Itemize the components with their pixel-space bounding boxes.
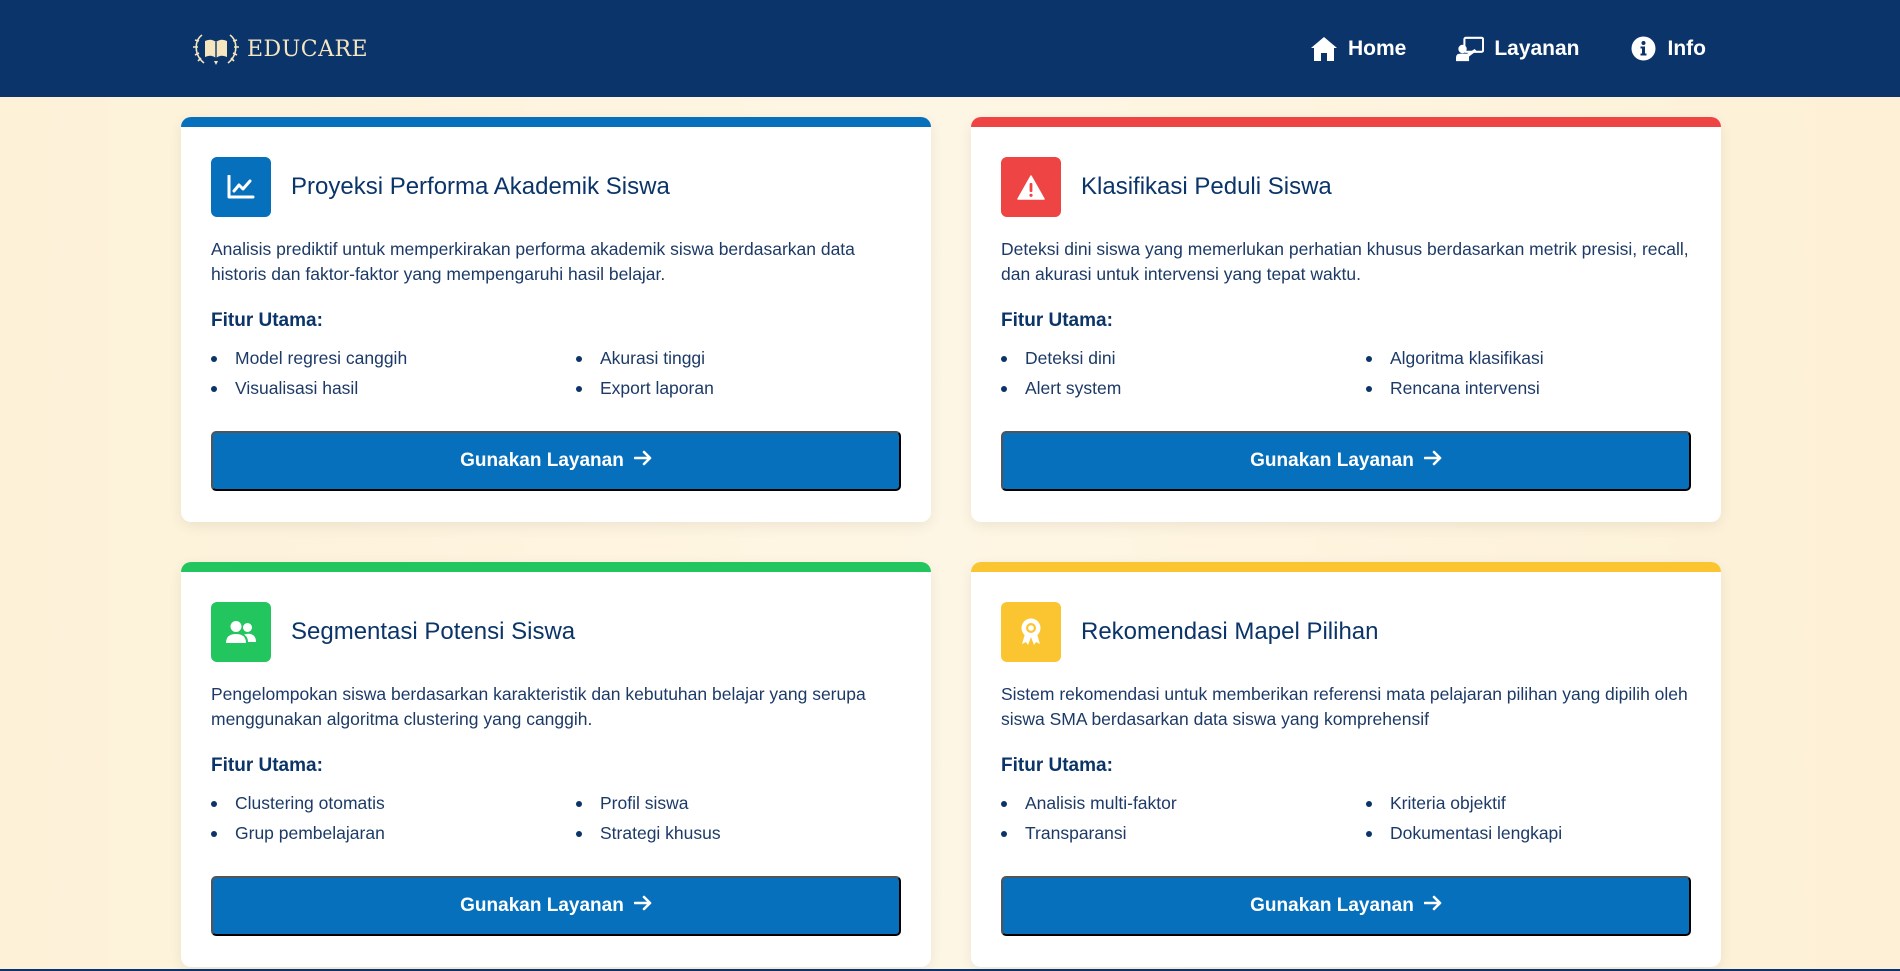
service-card-rekomendasi: Rekomendasi Mapel Pilihan Sistem rekomen… [971,562,1721,967]
brand-logo-link[interactable]: EDUCARE [189,30,368,68]
service-card-proyeksi: Proyeksi Performa Akademik Siswa Analisi… [181,117,931,522]
use-service-button[interactable]: Gunakan Layanan [1001,876,1691,936]
card-header: Proyeksi Performa Akademik Siswa [211,157,670,217]
info-circle-icon [1630,35,1658,63]
book-laurel-icon [189,30,243,68]
feature-item: Deteksi dini [1001,347,1366,369]
nav-layanan-label: Layanan [1494,36,1580,60]
card-accent-bar [181,562,931,572]
service-card-segmentasi: Segmentasi Potensi Siswa Pengelompokan s… [181,562,931,967]
features-title: Fitur Utama: [1001,755,1113,776]
arrow-right-icon [633,450,652,472]
use-service-button[interactable]: Gunakan Layanan [211,431,901,491]
nav-layanan[interactable]: Layanan [1456,35,1580,63]
card-title: Klasifikasi Peduli Siswa [1081,173,1332,200]
feature-item: Rencana intervensi [1366,377,1691,399]
card-description: Sistem rekomendasi untuk memberikan refe… [1001,684,1688,729]
use-service-button[interactable]: Gunakan Layanan [211,876,901,936]
feature-item: Algoritma klasifikasi [1366,347,1691,369]
card-header: Segmentasi Potensi Siswa [211,602,575,662]
feature-item: Model regresi canggih [211,347,576,369]
features-list: Clustering otomatis Profil siswa Grup pe… [211,792,901,844]
feature-item: Kriteria objektif [1366,792,1691,814]
feature-item: Export laporan [576,377,901,399]
use-service-button-label: Gunakan Layanan [460,450,624,471]
feature-item: Transparansi [1001,822,1366,844]
arrow-right-icon [633,895,652,917]
feature-item: Clustering otomatis [211,792,576,814]
nav-home[interactable]: Home [1310,35,1406,63]
features-list: Deteksi dini Algoritma klasifikasi Alert… [1001,347,1691,399]
card-accent-bar [971,117,1721,127]
nav-info-label: Info [1667,36,1706,60]
main-nav: Home Layanan Info [1310,0,1706,97]
use-service-button[interactable]: Gunakan Layanan [1001,431,1691,491]
navbar: EDUCARE Home Layanan Info [0,0,1900,97]
card-description: Analisis prediktif untuk memperkirakan p… [211,239,855,284]
feature-item: Profil siswa [576,792,901,814]
chart-line-icon [211,157,271,217]
nav-info[interactable]: Info [1630,35,1706,63]
features-title: Fitur Utama: [1001,310,1113,331]
features-list: Model regresi canggih Akurasi tinggi Vis… [211,347,901,399]
card-title: Segmentasi Potensi Siswa [291,618,576,645]
card-description: Pengelompokan siswa berdasarkan karakter… [211,684,866,729]
arrow-right-icon [1423,895,1442,917]
service-card-klasifikasi: Klasifikasi Peduli Siswa Deteksi dini si… [971,117,1721,522]
features-title: Fitur Utama: [211,310,323,331]
card-header: Rekomendasi Mapel Pilihan [1001,602,1379,662]
card-description: Deteksi dini siswa yang memerlukan perha… [1001,239,1689,284]
use-service-button-label: Gunakan Layanan [1250,895,1414,916]
features-list: Analisis multi-faktor Kriteria objektif … [1001,792,1691,844]
card-title: Proyeksi Performa Akademik Siswa [291,173,670,200]
feature-item: Visualisasi hasil [211,377,576,399]
feature-item: Alert system [1001,377,1366,399]
feature-item: Dokumentasi lengkapi [1366,822,1691,844]
users-icon [211,602,271,662]
card-title: Rekomendasi Mapel Pilihan [1081,618,1379,645]
home-icon [1310,35,1338,63]
brand-name: EDUCARE [247,36,369,62]
arrow-right-icon [1423,450,1442,472]
warning-triangle-icon [1001,157,1061,217]
feature-item: Grup pembelajaran [211,822,576,844]
features-title: Fitur Utama: [211,755,323,776]
feature-item: Strategi khusus [576,822,901,844]
feature-item: Analisis multi-faktor [1001,792,1366,814]
award-icon [1001,602,1061,662]
card-accent-bar [181,117,931,127]
feature-item: Akurasi tinggi [576,347,901,369]
card-accent-bar [971,562,1721,572]
use-service-button-label: Gunakan Layanan [1250,450,1414,471]
card-header: Klasifikasi Peduli Siswa [1001,157,1332,217]
nav-home-label: Home [1347,36,1407,60]
use-service-button-label: Gunakan Layanan [460,895,624,916]
chalkboard-teacher-icon [1456,35,1485,63]
